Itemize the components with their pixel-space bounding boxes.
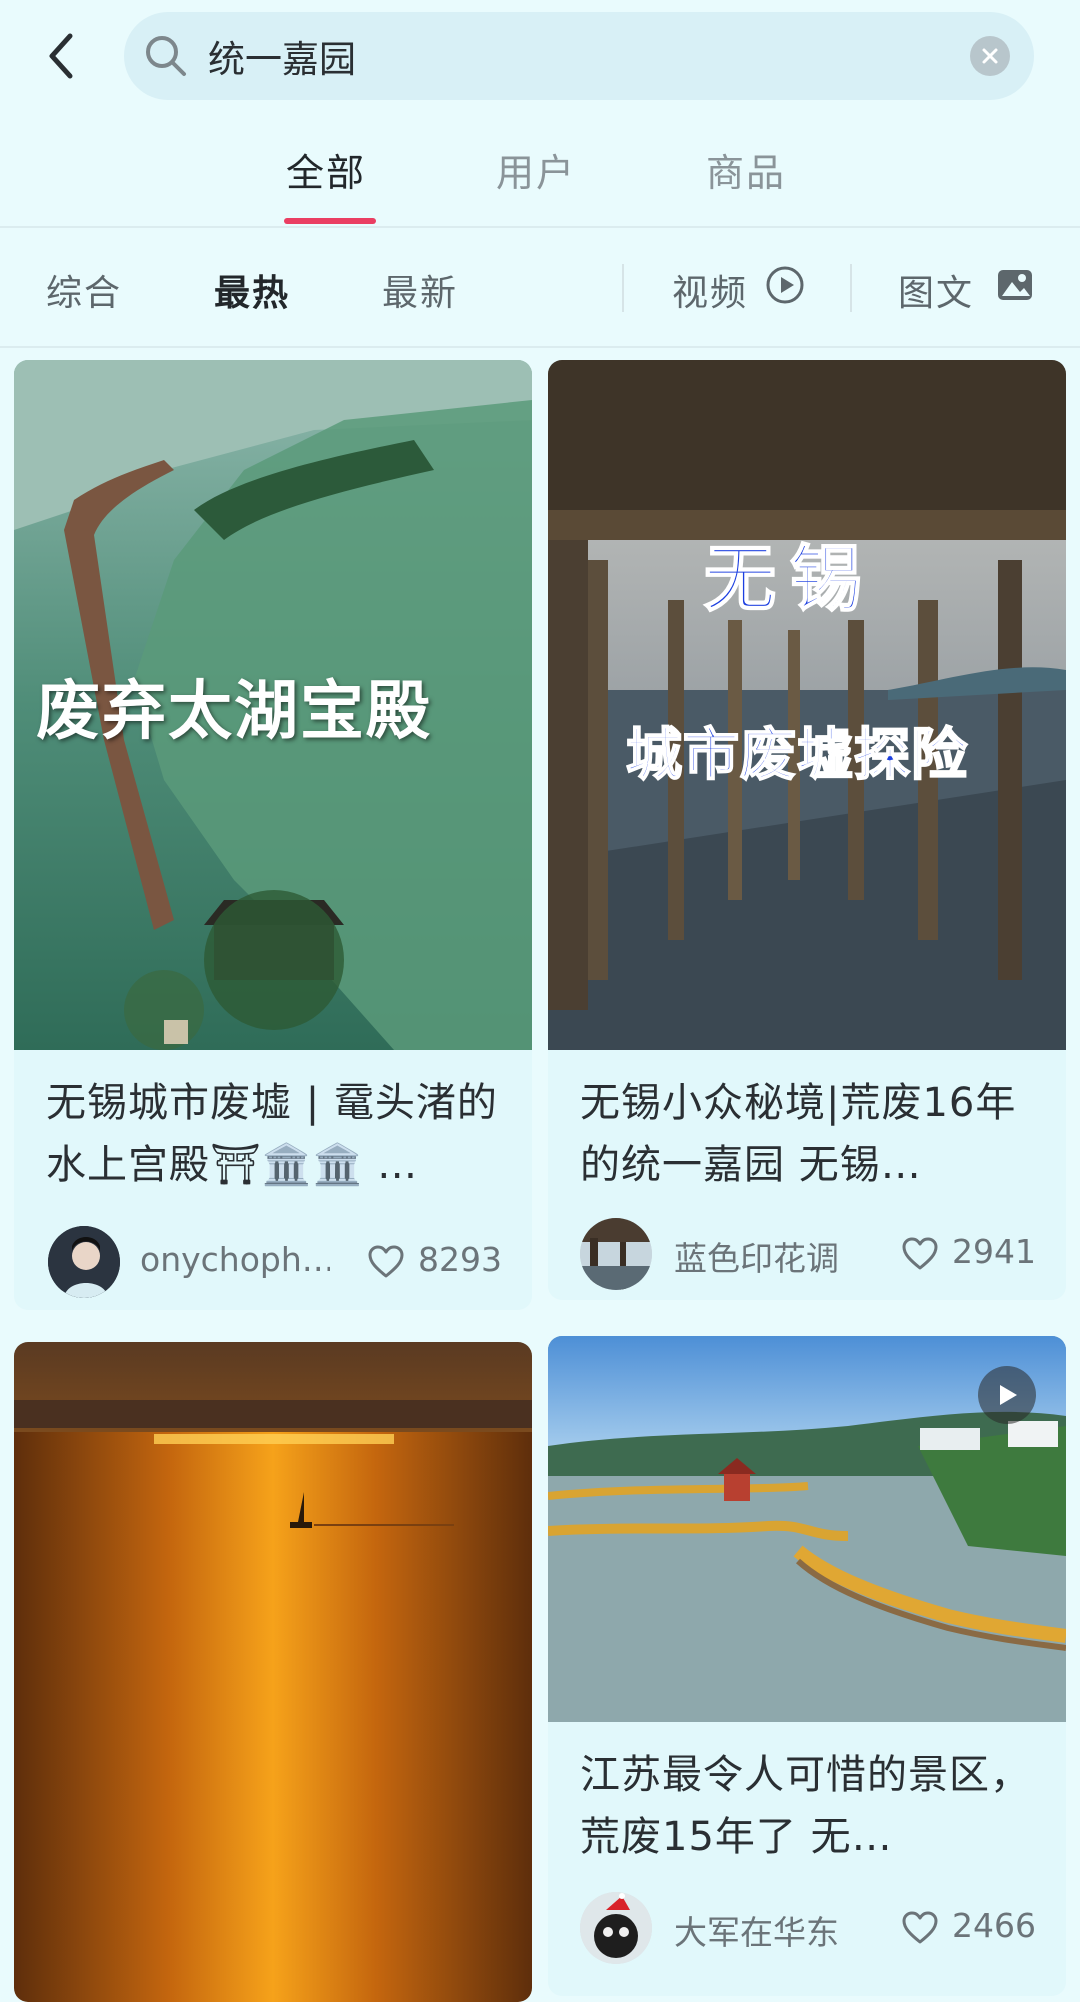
like-count: 8293 — [418, 1240, 502, 1279]
back-button[interactable] — [28, 20, 92, 92]
cover-caption: 城市废墟探险 — [625, 722, 968, 789]
clear-search-button[interactable] — [970, 36, 1010, 76]
top-bar — [0, 0, 1080, 112]
cover-graphic — [14, 1342, 532, 2002]
divider — [0, 346, 1080, 348]
filter-video[interactable]: 视频 — [672, 264, 748, 316]
post-cover-image[interactable] — [548, 1336, 1066, 1722]
play-icon — [1000, 1385, 1017, 1405]
avatar-image — [580, 1218, 652, 1290]
search-icon — [146, 36, 186, 76]
cover-caption: 废弃太湖宝殿 — [36, 675, 432, 749]
like-count: 2941 — [952, 1232, 1036, 1271]
play-circle-icon[interactable] — [764, 264, 806, 306]
divider — [850, 264, 852, 312]
tab-products[interactable]: 商品 — [706, 142, 786, 197]
filter-image-text[interactable]: 图文 — [898, 264, 974, 316]
video-play-badge[interactable] — [978, 1366, 1036, 1424]
heart-icon[interactable] — [900, 1234, 940, 1274]
image-icon[interactable] — [994, 264, 1036, 306]
avatar-image — [580, 1892, 652, 1964]
post-cover-image[interactable]: 废弃太湖宝殿 — [14, 360, 532, 1050]
tab-users[interactable]: 用户 — [496, 142, 576, 197]
post-title[interactable]: 无锡小众秘境|荒废16年的统一嘉园 无锡… — [580, 1072, 1038, 1196]
post-card[interactable]: 废弃太湖宝殿 无锡城市废墟 | 鼋头渚的水上宫殿⛩🏛️🏛️ … onychoph… — [14, 360, 532, 1310]
post-title[interactable]: 江苏最令人可惜的景区，荒废15年了 无… — [580, 1744, 1038, 1868]
filter-bar: 综合 最热 最新 视频 图文 — [0, 228, 1080, 346]
post-card[interactable] — [14, 1342, 532, 2002]
avatar[interactable] — [580, 1218, 652, 1290]
filter-newest[interactable]: 最新 — [382, 264, 458, 316]
tab-all[interactable]: 全部 — [286, 142, 366, 197]
author-name[interactable]: 大军在华东 — [674, 1906, 864, 1954]
post-cover-image[interactable]: 无锡 城市废墟探险 — [548, 360, 1066, 1050]
filter-comprehensive[interactable]: 综合 — [46, 264, 122, 316]
avatar[interactable] — [48, 1226, 120, 1298]
active-tab-indicator — [284, 218, 376, 224]
author-name[interactable]: onychoph… — [140, 1240, 330, 1279]
cover-caption: 无锡 — [703, 536, 877, 622]
search-bar[interactable] — [124, 12, 1034, 100]
chevron-left-icon — [49, 33, 73, 79]
search-input[interactable] — [208, 26, 908, 86]
post-cover-image[interactable] — [14, 1342, 532, 2002]
divider — [622, 264, 624, 312]
close-icon — [982, 48, 998, 64]
cover-graphic — [548, 360, 1066, 1050]
search-type-tabs: 全部 用户 商品 — [0, 120, 1080, 224]
filter-hottest[interactable]: 最热 — [214, 264, 290, 316]
heart-icon[interactable] — [366, 1242, 406, 1282]
avatar-image — [48, 1226, 120, 1298]
post-card[interactable]: 无锡 城市废墟探险 无锡小众秘境|荒废16年的统一嘉园 无锡… 蓝色印花调 29… — [548, 360, 1066, 1300]
like-count: 2466 — [952, 1906, 1036, 1945]
avatar[interactable] — [580, 1892, 652, 1964]
post-title[interactable]: 无锡城市废墟 | 鼋头渚的水上宫殿⛩🏛️🏛️ … — [46, 1072, 504, 1196]
post-card[interactable]: 江苏最令人可惜的景区，荒废15年了 无… 大军在华东 2466 — [548, 1336, 1066, 1996]
heart-icon[interactable] — [900, 1908, 940, 1948]
author-name[interactable]: 蓝色印花调 — [674, 1232, 864, 1280]
